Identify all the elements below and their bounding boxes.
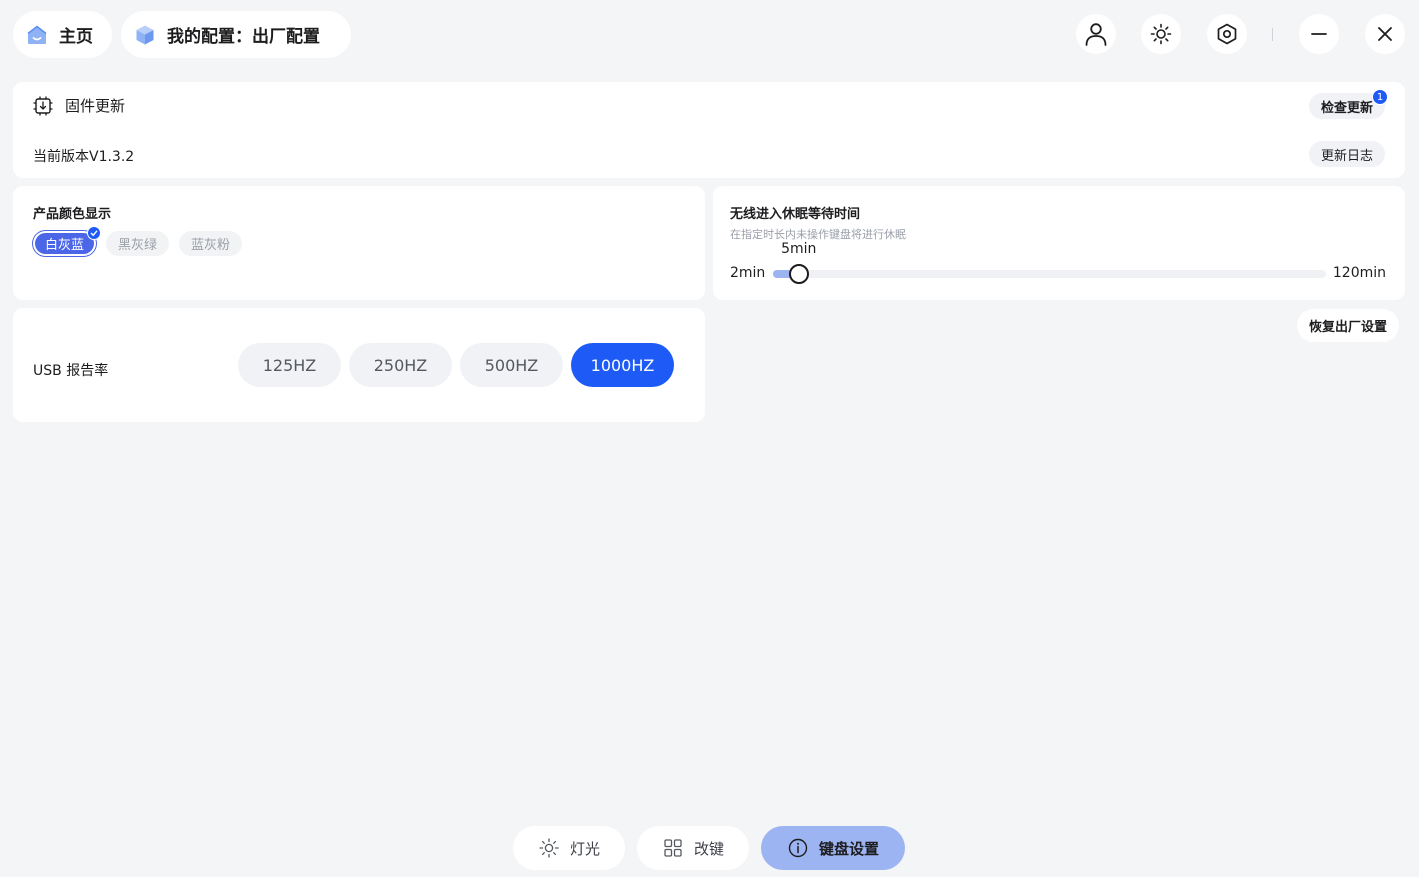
info-icon (788, 838, 808, 858)
update-count-badge: 1 (1372, 89, 1388, 105)
slider-value-label: 5min (781, 241, 817, 257)
grid-icon (664, 839, 682, 857)
sleep-subtitle: 在指定时长内未操作键盘将进行休眠 (730, 228, 906, 241)
settings-button[interactable] (1207, 14, 1247, 54)
color-option-label: 白灰蓝 (45, 238, 85, 253)
color-option-label: 蓝灰粉 (191, 238, 231, 253)
firmware-chip-icon (33, 95, 53, 116)
top-bar: 主页 我的配置：出厂配置 (0, 0, 1419, 70)
settings-hex-icon (1217, 23, 1237, 45)
brightness-button[interactable] (1141, 14, 1181, 54)
slider-thumb[interactable] (788, 264, 809, 284)
tab-lighting-label: 灯光 (569, 839, 600, 858)
usb-rate-label: USB 报告率 (33, 363, 109, 379)
rate-option-1000[interactable]: 1000HZ (571, 343, 674, 387)
check-update-label: 检查更新 (1320, 100, 1373, 116)
tab-lighting[interactable]: 灯光 (513, 826, 625, 870)
slider-max-label: 120min (1332, 265, 1386, 281)
tab-remap[interactable]: 改键 (637, 826, 749, 870)
home-button[interactable]: 主页 (13, 11, 112, 58)
tab-keyboard-settings-label: 键盘设置 (818, 839, 879, 858)
home-icon (27, 25, 47, 44)
color-option-white-grey-blue[interactable]: 白灰蓝 (33, 226, 102, 256)
factory-reset-button[interactable]: 恢复出厂设置 (1297, 309, 1400, 342)
firmware-card: 固件更新 当前版本V1.3.2 检查更新 1 更新日志 (13, 82, 1405, 178)
sleep-title: 无线进入休眠等待时间 (730, 207, 861, 222)
rate-option-250[interactable]: 250HZ (349, 343, 452, 387)
user-button[interactable] (1076, 14, 1116, 54)
usb-rate-options: 125HZ 250HZ 500HZ 1000HZ (238, 343, 674, 387)
factory-reset-label: 恢复出厂设置 (1309, 320, 1388, 335)
sleep-timeout-card: 无线进入休眠等待时间 在指定时长内未操作键盘将进行休眠 2min 5min 12… (713, 186, 1405, 300)
home-label: 主页 (59, 27, 93, 47)
light-icon (539, 838, 559, 858)
rate-option-500[interactable]: 500HZ (460, 343, 563, 387)
color-option-black-grey-green[interactable]: 黑灰绿 (106, 231, 170, 256)
minimize-button[interactable] (1299, 14, 1339, 54)
cube-icon (136, 25, 154, 44)
toolbar-divider (1272, 28, 1273, 41)
sleep-slider: 2min 5min 120min (730, 241, 1386, 284)
selected-check-icon (87, 226, 102, 240)
color-display-title: 产品颜色显示 (33, 207, 112, 222)
close-button[interactable] (1365, 14, 1405, 54)
close-icon (1378, 27, 1392, 41)
color-option-label: 黑灰绿 (118, 238, 158, 253)
firmware-title: 固件更新 (33, 95, 125, 116)
tab-keyboard-settings[interactable]: 键盘设置 (761, 826, 905, 870)
config-label: 我的配置：出厂配置 (167, 27, 320, 47)
color-display-card: 产品颜色显示 白灰蓝 黑灰绿 蓝灰粉 (13, 186, 705, 300)
check-update-button[interactable]: 检查更新 1 (1308, 89, 1388, 119)
slider-track[interactable]: 5min (773, 241, 1326, 284)
usb-rate-card: USB 报告率 125HZ 250HZ 500HZ 1000HZ (13, 308, 705, 422)
rate-option-125[interactable]: 125HZ (238, 343, 341, 387)
slider-min-label: 2min (730, 265, 766, 281)
update-log-button[interactable]: 更新日志 (1308, 141, 1385, 167)
update-log-label: 更新日志 (1320, 148, 1373, 164)
user-icon (1085, 23, 1107, 46)
brightness-icon (1150, 23, 1172, 45)
firmware-version: 当前版本V1.3.2 (33, 149, 135, 165)
color-options: 白灰蓝 黑灰绿 蓝灰粉 (33, 226, 243, 256)
bottom-tab-bar: 灯光 改键 键盘设置 (513, 826, 905, 870)
config-selector[interactable]: 我的配置：出厂配置 (121, 11, 351, 58)
tab-remap-label: 改键 (693, 839, 724, 858)
color-option-blue-grey-pink[interactable]: 蓝灰粉 (179, 231, 243, 256)
firmware-title-text: 固件更新 (65, 97, 126, 115)
minimize-icon (1311, 33, 1327, 35)
